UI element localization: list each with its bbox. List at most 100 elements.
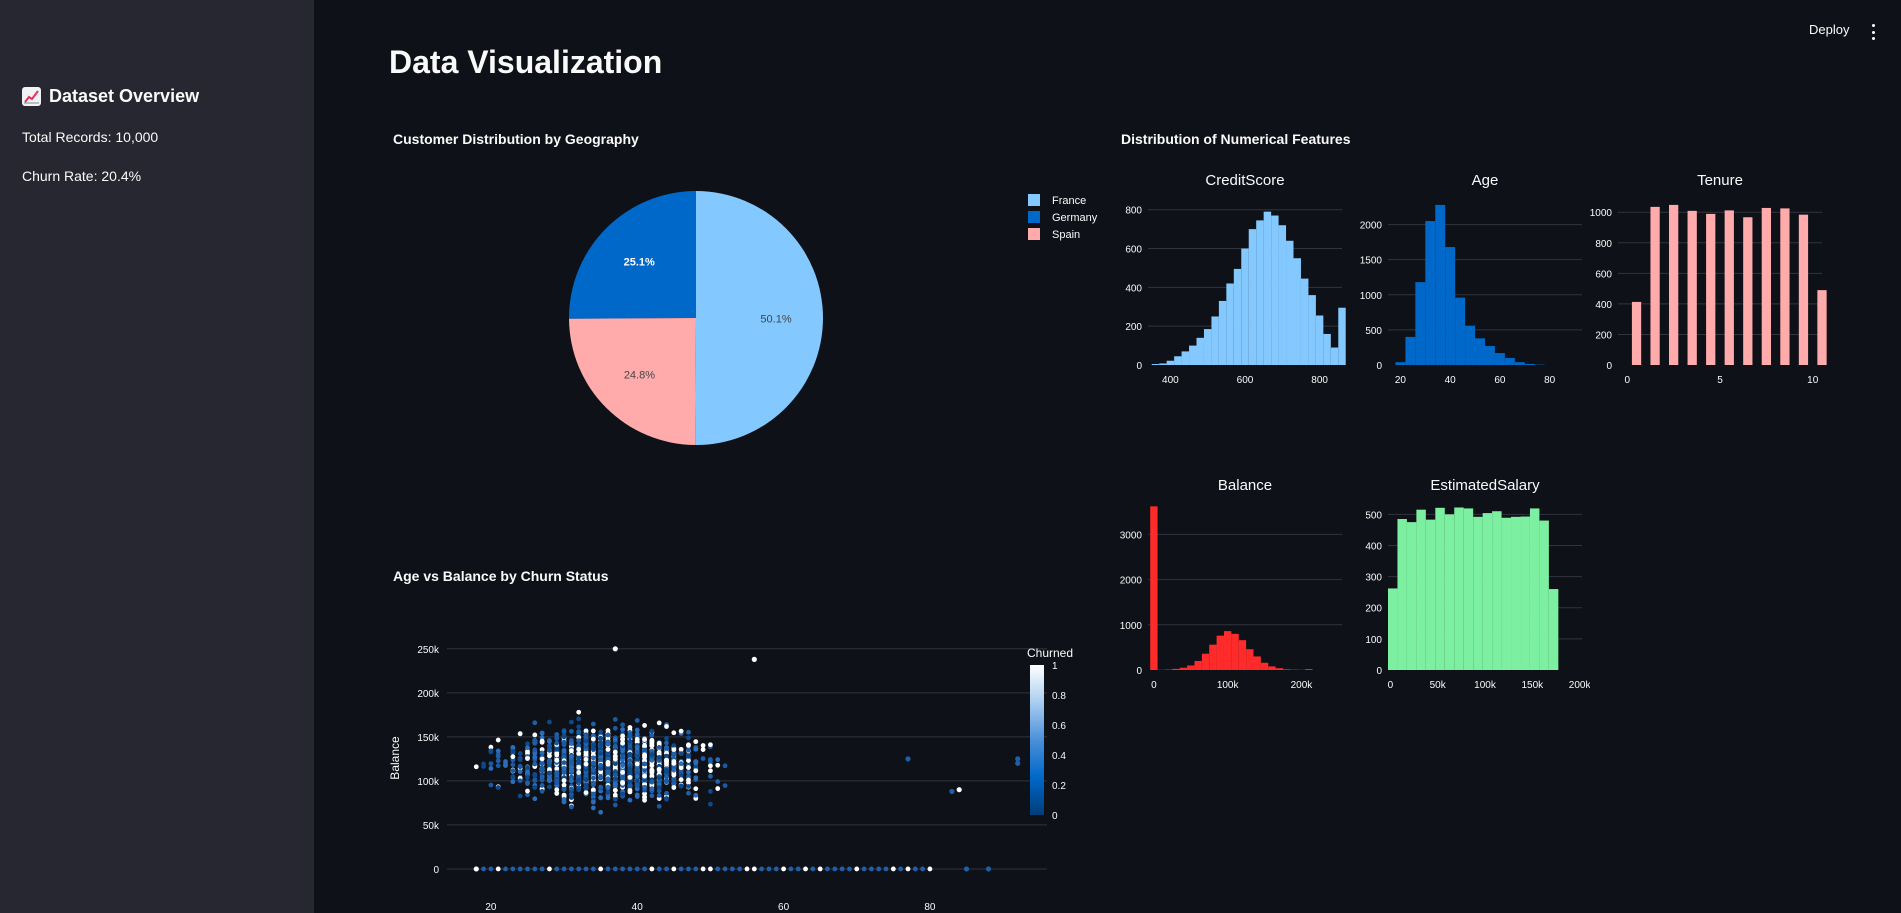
scatter-point [576, 770, 582, 775]
scatter-point [532, 720, 538, 726]
y-tick-label: 0 [1376, 666, 1382, 677]
scatter-point [656, 720, 662, 726]
scatter-point [722, 866, 728, 872]
scatter-point [561, 729, 567, 735]
x-tick-label: 60 [778, 902, 790, 910]
scatter-point [788, 866, 794, 872]
scatter-point [627, 783, 633, 789]
sidebar-title-text: Dataset Overview [49, 86, 200, 106]
histogram-bar [1203, 329, 1212, 365]
histogram-bar [1216, 635, 1224, 670]
scatter-point [634, 736, 640, 742]
histogram-bar [1246, 649, 1254, 670]
x-tick-label: 40 [1445, 375, 1457, 386]
scatter-point [561, 866, 567, 872]
creditscore-title: CreditScore [1205, 172, 1284, 189]
y-tick-label: 400 [1365, 541, 1382, 552]
histogram-bar [1159, 363, 1167, 365]
scatter-point [605, 759, 611, 765]
scatter-point [590, 736, 596, 742]
scatter-point [678, 746, 684, 752]
scatter-point [627, 758, 633, 763]
histogram-bar [1425, 519, 1436, 670]
scatter-point [547, 719, 552, 725]
scatter-point [547, 759, 552, 765]
deploy-button[interactable]: Deploy [1809, 22, 1849, 37]
age-title: Age [1472, 172, 1499, 189]
scatter-point [598, 751, 604, 756]
scatter-point [598, 735, 604, 741]
y-tick-label: 0 [1136, 361, 1142, 372]
scatter-point [532, 777, 538, 783]
histogram-bar [1194, 660, 1202, 670]
scatter-point [605, 732, 611, 738]
scatter-point [649, 752, 655, 758]
histogram-bar [1201, 653, 1210, 670]
scatter-point [634, 718, 640, 723]
histogram-bar [1181, 351, 1190, 365]
scatter-point [576, 755, 582, 761]
scatter-point [766, 866, 772, 872]
scatter-point [561, 748, 567, 754]
scatter-point [642, 747, 647, 753]
scatter-point [517, 778, 523, 784]
scatter-point [517, 763, 523, 769]
scatter-point [576, 709, 582, 715]
x-tick-label: 100k [1474, 680, 1497, 691]
histogram-bar [1300, 278, 1309, 365]
scatter-point [576, 738, 582, 743]
scatter-point [510, 779, 516, 785]
scatter-point [590, 787, 596, 793]
scatter-point [495, 785, 501, 790]
pie-slice-germany [569, 191, 696, 319]
x-tick-label: 80 [1544, 375, 1556, 386]
y-tick-label: 1000 [1590, 208, 1612, 219]
scatter-point [656, 785, 662, 790]
total-records-text: Total Records: 10,000 [22, 129, 159, 145]
colorbar-tick-label: 0.8 [1052, 691, 1066, 702]
scatter-point [642, 768, 647, 773]
salary-title: EstimatedSalary [1430, 477, 1540, 494]
histogram-bar [1425, 221, 1436, 365]
scatter-point [634, 774, 640, 779]
scatter-point [649, 793, 655, 799]
scatter-point [656, 866, 662, 872]
scatter-point [649, 779, 655, 785]
scatter-point [634, 866, 640, 872]
histogram-bar [1529, 508, 1540, 670]
histogram-bar [1323, 333, 1331, 365]
histogram-bar [1520, 516, 1530, 670]
scatter-point [612, 781, 618, 787]
scatter-point [554, 740, 560, 746]
scatter-point [671, 772, 677, 778]
scatter-point [539, 788, 545, 794]
scatter-point [612, 737, 618, 742]
scatter-point [561, 734, 567, 740]
histogram-bar [1631, 301, 1642, 365]
balance-title: Balance [1218, 477, 1272, 494]
colorbar-title: Churned [1027, 646, 1073, 660]
scatter-point [634, 778, 640, 784]
scatter-point [598, 866, 604, 872]
x-tick-label: 0 [1388, 680, 1394, 691]
scatter-point [605, 784, 611, 790]
scatter-point [495, 758, 501, 764]
scatter-point [488, 749, 494, 755]
histogram-bar [1172, 668, 1180, 670]
scatter-point [686, 753, 691, 759]
scatter-point [547, 739, 552, 744]
scatter-point [715, 757, 721, 762]
scatter-point [686, 866, 691, 872]
histogram-bar [1395, 362, 1406, 365]
x-tick-label: 800 [1311, 375, 1328, 386]
kebab-menu-icon[interactable] [1868, 22, 1878, 42]
scatter-point [525, 769, 530, 775]
scatter-point [854, 866, 860, 872]
scatter-point [627, 775, 633, 780]
scatter-point [576, 866, 582, 872]
scatter-point [671, 767, 677, 773]
y-tick-label: 200 [1595, 330, 1612, 341]
scatter-point [627, 866, 633, 872]
histogram-bar [1248, 229, 1257, 365]
scatter-point [708, 773, 713, 779]
